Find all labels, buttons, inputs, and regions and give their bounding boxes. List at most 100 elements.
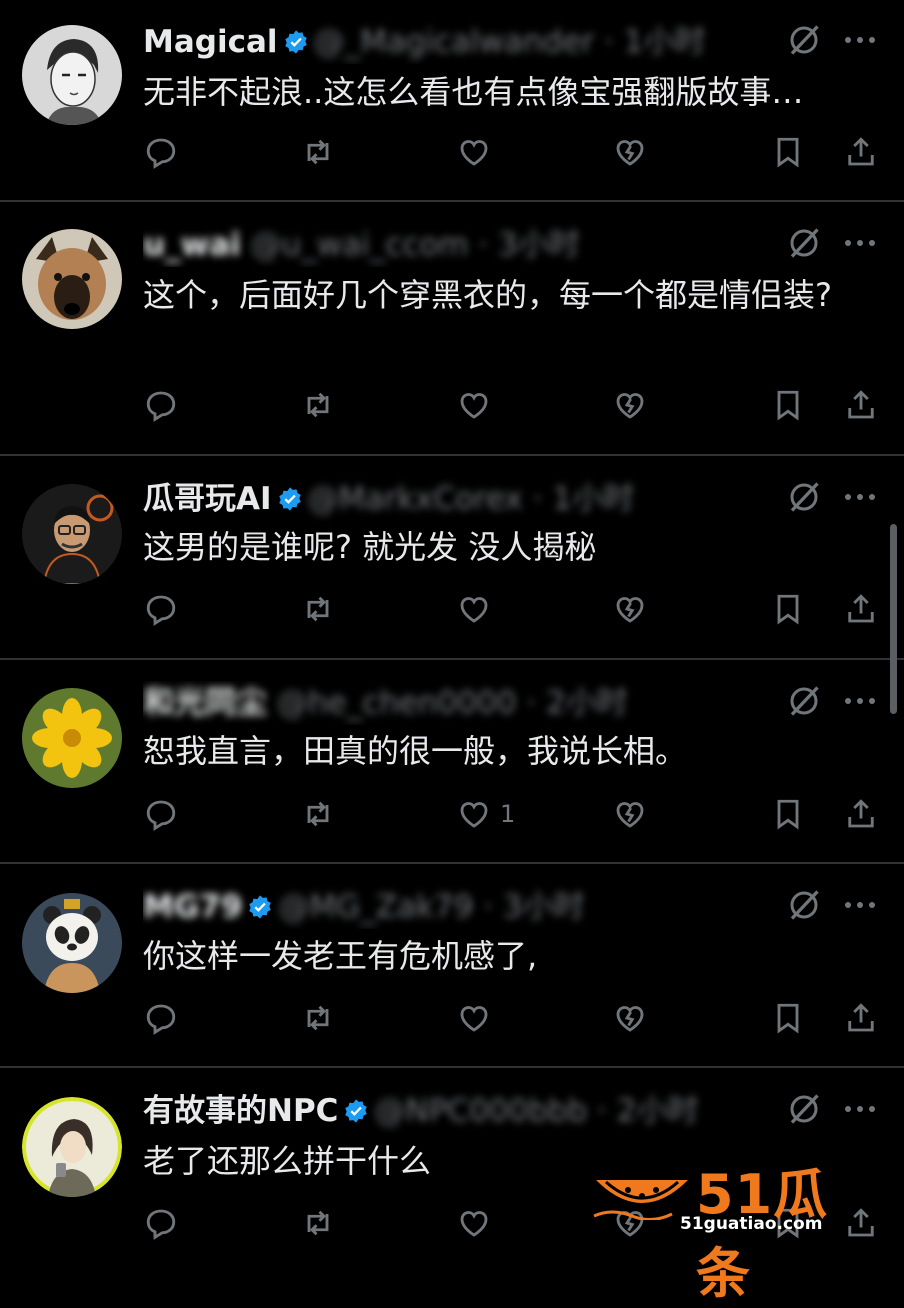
like-button[interactable]: 1 [456,792,515,836]
avatar[interactable] [22,688,122,788]
avatar[interactable] [22,1097,122,1197]
grok-icon[interactable] [786,225,822,261]
reply-icon [146,138,176,169]
like-button[interactable] [456,383,500,427]
avatar[interactable] [22,484,122,584]
like-button[interactable] [456,587,500,631]
reply-button[interactable] [143,587,179,631]
share-button[interactable] [843,996,879,1040]
man-glasses-avatar [22,484,122,584]
share-button[interactable] [843,792,879,836]
retweet-button[interactable] [300,130,336,174]
reply-text: 这男的是谁呢? 就光发 没人揭秘 [143,528,597,566]
display-name[interactable]: Magical [143,24,278,60]
share-icon [848,390,874,419]
handle-and-time: @MarkxCorex · 1小时 [307,481,635,517]
watermark-url: 51guatiao.com [680,1214,823,1234]
broken-heart-icon [616,140,644,166]
watermelon-logo-icon [593,1180,688,1220]
reply-button[interactable] [143,1201,179,1245]
retweet-button[interactable] [300,1201,336,1245]
reply-button[interactable] [143,996,179,1040]
share-button[interactable] [843,587,879,631]
heart-icon [460,597,488,623]
panda-avatar [22,893,122,993]
dislike-button[interactable] [612,130,648,174]
retweet-button[interactable] [300,996,336,1040]
display-name[interactable]: u_wai [143,227,241,263]
divider [0,454,904,456]
retweet-icon [307,596,329,622]
woman-drawing-avatar [22,1097,122,1197]
watermark: 51瓜条 51guatiao.com [588,1150,878,1305]
verified-badge-icon [284,30,307,54]
avatar[interactable] [22,229,122,329]
reply-item[interactable]: u_wai @u_wai_ccom · 3小时 这个，后面好几个穿黑衣的，每一个… [0,203,904,453]
like-button[interactable] [456,996,500,1040]
reply-button[interactable] [143,383,179,427]
avatar[interactable] [22,25,122,125]
more-options-icon[interactable] [840,32,880,48]
dislike-button[interactable] [612,996,648,1040]
more-options-icon[interactable] [840,235,880,251]
retweet-icon [307,392,329,418]
dislike-button[interactable] [612,587,648,631]
share-button[interactable] [843,130,879,174]
bookmark-button[interactable] [770,996,806,1040]
anime-boy-avatar [22,25,122,125]
verified-badge-icon [345,1099,368,1123]
broken-heart-icon [616,597,644,623]
reply-item[interactable]: Magical @_Magicalwander · 1小时 无非不起浪..这怎么看… [0,0,904,200]
reply-item[interactable]: MG79 @MG_Zak79 · 3小时 你这样一发老王有危机感了, [0,865,904,1065]
bookmark-icon [777,799,799,830]
bookmark-button[interactable] [770,383,806,427]
display-name[interactable]: 和光同尘 [143,685,267,721]
retweet-icon [307,1210,329,1236]
reply-header: u_wai @u_wai_ccom · 3小时 [143,223,763,267]
grok-icon[interactable] [786,683,822,719]
action-bar: 1 [0,792,904,836]
more-options-icon[interactable] [840,897,880,913]
reply-button[interactable] [143,792,179,836]
like-count: 1 [500,800,516,828]
more-options-icon[interactable] [840,489,880,505]
reply-text: 恕我直言，田真的很一般，我说长相。 [143,732,688,770]
more-options-icon[interactable] [840,693,880,709]
grok-icon[interactable] [786,1091,822,1127]
reply-item[interactable]: 瓜哥玩AI @MarkxCorex · 1小时 这男的是谁呢? 就光发 没人揭秘 [0,457,904,657]
divider [0,862,904,864]
display-name[interactable]: MG79 [143,889,242,925]
grok-icon[interactable] [786,22,822,58]
bookmark-button[interactable] [770,587,806,631]
bookmark-button[interactable] [770,130,806,174]
grok-icon[interactable] [786,887,822,923]
verified-badge-icon [249,895,272,919]
bookmark-icon [777,594,799,625]
share-button[interactable] [843,383,879,427]
reply-item[interactable]: 和光同尘 @he_chen0000 · 2小时 恕我直言，田真的很一般，我说长相… [0,661,904,861]
retweet-button[interactable] [300,792,336,836]
heart-icon [460,140,488,166]
like-button[interactable] [456,130,500,174]
dislike-button[interactable] [612,792,648,836]
bookmark-icon [777,137,799,168]
bookmark-button[interactable] [770,792,806,836]
display-name[interactable]: 有故事的NPC [143,1093,338,1129]
bookmark-icon [777,390,799,421]
more-options-icon[interactable] [840,1101,880,1117]
avatar[interactable] [22,893,122,993]
heart-icon [460,393,488,419]
grok-icon[interactable] [786,479,822,515]
retweet-button[interactable] [300,383,336,427]
retweet-button[interactable] [300,587,336,631]
handle-and-time: @_Magicalwander · 1小时 [313,24,706,60]
display-name[interactable]: 瓜哥玩AI [143,481,272,517]
divider [0,1066,904,1068]
reply-text: 无非不起浪..这怎么看也有点像宝强翻版故事… [143,73,804,111]
dislike-button[interactable] [612,383,648,427]
heart-icon [460,1006,488,1032]
like-button[interactable] [456,1201,500,1245]
retweet-icon [307,1005,329,1031]
reply-button[interactable] [143,130,179,174]
scrollbar[interactable] [890,524,897,714]
